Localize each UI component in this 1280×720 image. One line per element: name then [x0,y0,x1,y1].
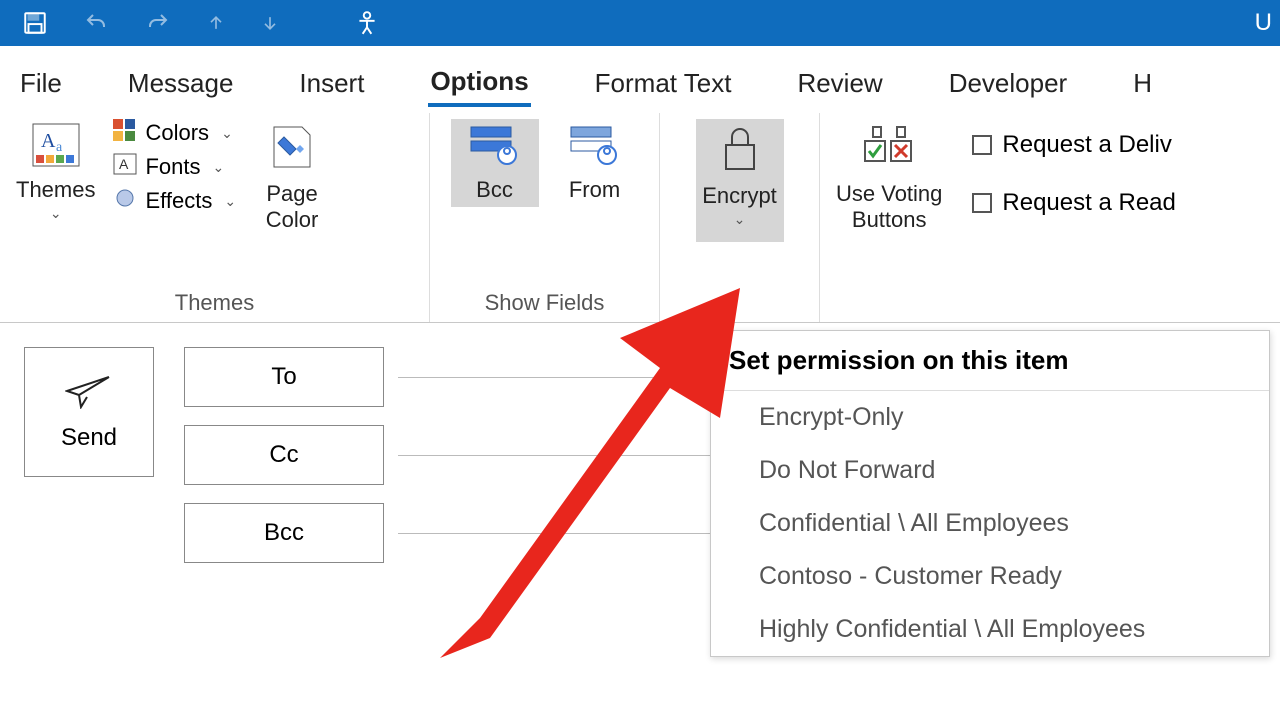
themes-button[interactable]: Aa Themes ⌄ [10,119,101,226]
encrypt-dropdown-menu: Set permission on this item Encrypt-Only… [710,330,1270,657]
voting-icon [861,123,917,177]
encrypt-button[interactable]: Encrypt ⌄ [696,119,784,242]
chevron-down-icon: ⌄ [50,205,62,222]
fonts-button[interactable]: A Fonts⌄ [113,153,236,181]
colors-button[interactable]: Colors⌄ [113,119,236,147]
svg-text:A: A [119,156,129,172]
request-delivery-checkbox[interactable]: Request a Deliv [972,131,1175,159]
accessibility-icon[interactable] [354,9,380,37]
bcc-field-label: Bcc [264,519,304,547]
ribbon-tabs: File Message Insert Options Format Text … [0,46,1280,113]
page-color-button[interactable]: Page Color [248,119,336,237]
group-themes-label: Themes [10,288,419,322]
perm-menu-header: Set permission on this item [711,331,1269,391]
effects-icon [113,187,137,215]
request-delivery-label: Request a Deliv [1002,131,1171,159]
bcc-field-button[interactable]: Bcc [184,503,384,563]
voting-label: Use Voting Buttons [836,181,942,233]
ribbon: Aa Themes ⌄ Colors⌄ A Fonts⌄ Effects⌄ [0,113,1280,323]
up-arrow-icon[interactable] [206,11,226,35]
request-read-checkbox[interactable]: Request a Read [972,189,1175,217]
page-color-label: Page Color [266,181,319,233]
tab-insert[interactable]: Insert [297,62,366,105]
undo-icon[interactable] [82,11,110,35]
colors-icon [113,119,137,147]
from-icon [569,123,621,173]
bcc-label: Bcc [476,177,513,203]
tab-review[interactable]: Review [795,62,884,105]
bcc-input-line[interactable] [398,533,738,534]
fonts-icon: A [113,153,137,181]
bcc-button[interactable]: Bcc [451,119,539,207]
colors-label: Colors [145,120,209,146]
tab-options[interactable]: Options [428,60,530,107]
group-show-fields-label: Show Fields [440,288,649,322]
encrypt-label: Encrypt [702,183,777,209]
svg-text:a: a [56,140,63,155]
save-icon[interactable] [22,10,48,36]
perm-item-encrypt-only[interactable]: Encrypt-Only [711,391,1269,444]
title-bar: U [0,0,1280,46]
group-themes: Aa Themes ⌄ Colors⌄ A Fonts⌄ Effects⌄ [0,113,430,322]
themes-icon: Aa [32,123,80,173]
cc-input-line[interactable] [398,455,738,456]
fonts-label: Fonts [145,154,200,180]
send-label: Send [61,424,117,452]
cc-button[interactable]: Cc [184,425,384,485]
quick-access-toolbar [22,9,380,37]
from-button[interactable]: From [551,119,639,207]
perm-item-contoso-customer-ready[interactable]: Contoso - Customer Ready [711,550,1269,603]
send-button[interactable]: Send [24,347,154,477]
tab-help[interactable]: H [1131,62,1154,105]
use-voting-buttons-button[interactable]: Use Voting Buttons [830,119,948,237]
group-encrypt-label [670,314,809,322]
tab-message[interactable]: Message [126,62,236,105]
to-input-line[interactable] [398,377,738,378]
group-tracking-label [830,314,1270,322]
request-read-label: Request a Read [1002,189,1175,217]
tab-developer[interactable]: Developer [947,62,1070,105]
checkbox-icon [972,193,992,213]
effects-button[interactable]: Effects⌄ [113,187,236,215]
perm-item-do-not-forward[interactable]: Do Not Forward [711,444,1269,497]
svg-text:A: A [41,130,56,152]
checkbox-icon [972,135,992,155]
to-label: To [271,363,296,391]
perm-item-confidential-all-employees[interactable]: Confidential \ All Employees [711,497,1269,550]
group-tracking: Use Voting Buttons Request a Deliv Reque… [820,113,1280,322]
cc-label: Cc [269,441,298,469]
to-button[interactable]: To [184,347,384,407]
themes-label: Themes [16,177,95,203]
page-color-icon [270,123,314,177]
bcc-icon [469,123,521,173]
group-show-fields: Bcc From Show Fields [430,113,660,322]
tab-format-text[interactable]: Format Text [593,62,734,105]
perm-item-highly-confidential-all-employees[interactable]: Highly Confidential \ All Employees [711,603,1269,656]
send-icon [65,373,113,416]
from-label: From [569,177,620,203]
group-encrypt: Encrypt ⌄ [660,113,820,322]
redo-icon[interactable] [144,11,172,35]
lock-icon [718,123,762,179]
title-right-text: U [1255,9,1272,37]
tab-file[interactable]: File [18,62,64,105]
down-arrow-icon[interactable] [260,11,280,35]
effects-label: Effects [145,188,212,214]
chevron-down-icon: ⌄ [734,211,746,228]
